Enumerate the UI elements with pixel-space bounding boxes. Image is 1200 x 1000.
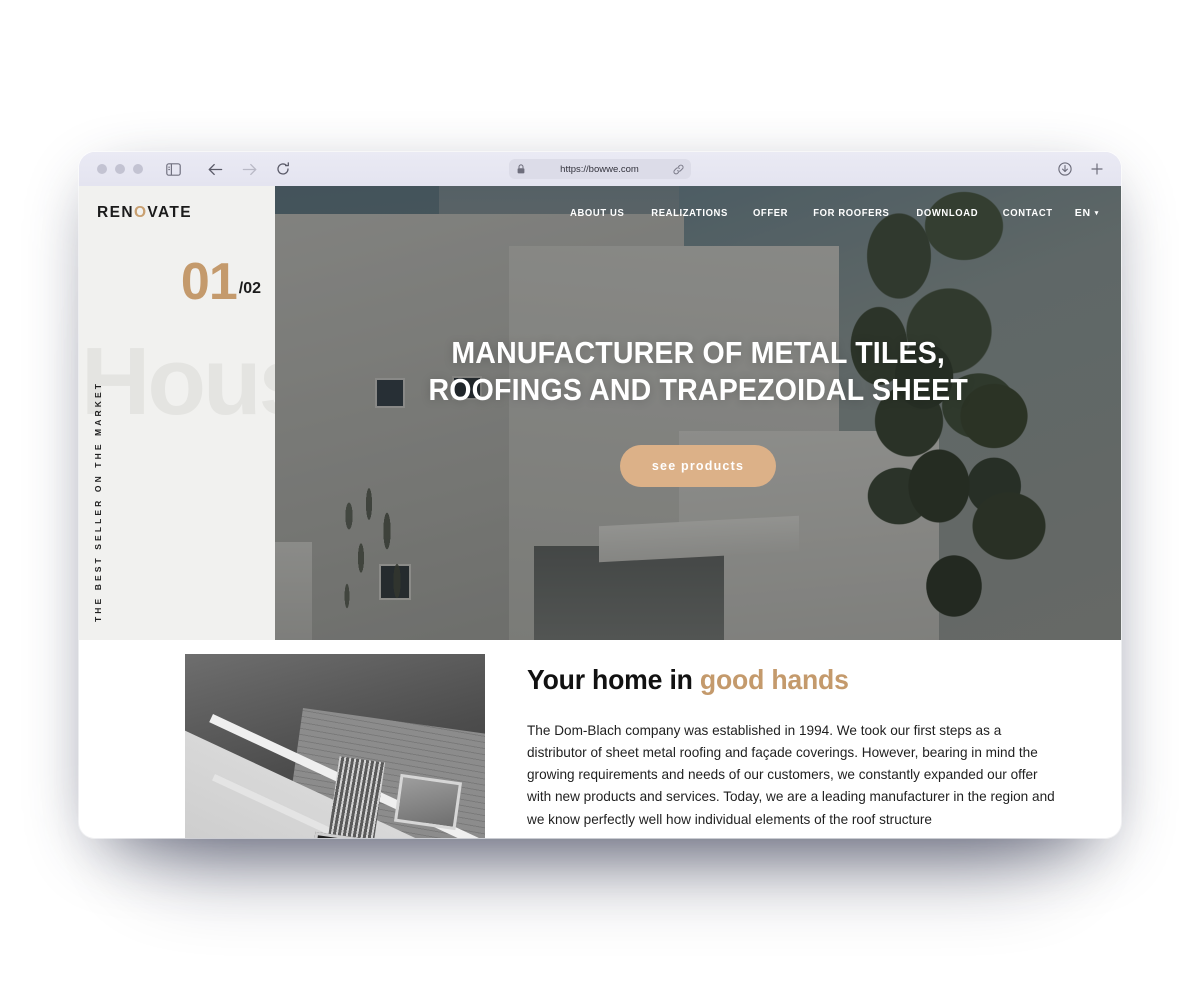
slide-counter: 01/02 (79, 256, 261, 308)
hero-vertical-tagline: THE BEST SELLER ON THE MARKET (93, 380, 103, 622)
primary-navigation: ABOUT US REALIZATIONS OFFER FOR ROOFERS … (567, 207, 1121, 219)
address-bar[interactable]: https://bowwe.com (509, 159, 691, 179)
language-selector[interactable]: EN ▾ (1075, 207, 1099, 219)
hero-title: MANUFACTURER OF METAL TILES, ROOFINGS AN… (428, 335, 968, 408)
hero-section: 01/02 House THE BEST SELLER ON THE MARKE… (79, 186, 1121, 640)
hero-content: MANUFACTURER OF METAL TILES, ROOFINGS AN… (275, 186, 1121, 640)
slide-current: 01 (180, 253, 238, 311)
see-products-button[interactable]: see products (619, 444, 777, 487)
window-controls[interactable] (97, 164, 143, 174)
navigation-controls (205, 159, 293, 179)
hero-title-line-1: MANUFACTURER OF METAL TILES, (451, 335, 945, 371)
nav-item-contact[interactable]: CONTACT (1003, 207, 1053, 219)
about-image (185, 654, 485, 838)
page-stage: https://bowwe.com 01 /02 Hou THE BEST SE… (0, 0, 1200, 1000)
back-arrow-icon[interactable] (205, 159, 225, 179)
logo-accent-letter: O (133, 204, 148, 221)
nav-item-about-us[interactable]: ABOUT US (570, 207, 624, 219)
building-photo (185, 654, 485, 838)
language-current: EN (1074, 207, 1091, 219)
download-icon[interactable] (1055, 159, 1075, 179)
lock-icon (516, 164, 526, 174)
toolbar-right-actions (1055, 159, 1107, 179)
reload-icon[interactable] (273, 159, 293, 179)
nav-item-for-roofers[interactable]: FOR ROOFERS (813, 207, 889, 219)
nav-item-realizations[interactable]: REALIZATIONS (651, 207, 728, 219)
about-section: Your home in good hands The Dom-Blach co… (79, 640, 1121, 838)
page-viewport: 01/02 House THE BEST SELLER ON THE MARKE… (79, 186, 1121, 838)
site-header: RENOVATE ABOUT US REALIZATIONS OFFER FOR… (79, 186, 1121, 240)
browser-toolbar: https://bowwe.com (79, 152, 1121, 186)
about-title: Your home in good hands (527, 664, 1051, 696)
forward-arrow-icon[interactable] (239, 159, 259, 179)
about-title-accent: good hands (699, 664, 849, 695)
hero-title-line-2: ROOFINGS AND TRAPEZOIDAL SHEET (428, 372, 968, 407)
about-text-block: Your home in good hands The Dom-Blach co… (485, 654, 1121, 838)
plus-icon[interactable] (1087, 159, 1107, 179)
nav-item-offer[interactable]: OFFER (753, 207, 788, 219)
logo-text-before: REN (97, 204, 134, 221)
site-logo[interactable]: RENOVATE (97, 204, 192, 222)
close-window-button[interactable] (97, 164, 107, 174)
link-icon[interactable] (673, 164, 684, 175)
logo-text-after: VATE (147, 204, 193, 221)
url-text: https://bowwe.com (560, 163, 639, 175)
sidebar-toggle-icon[interactable] (163, 159, 183, 179)
logo-container[interactable]: RENOVATE (79, 186, 275, 240)
maximize-window-button[interactable] (133, 164, 143, 174)
nav-item-download[interactable]: DOWNLOAD (916, 207, 978, 219)
browser-window: https://bowwe.com 01 /02 Hou THE BEST SE… (79, 152, 1121, 838)
slide-total: /02 (238, 279, 261, 297)
hero-slide-panel: 01/02 House THE BEST SELLER ON THE MARKE… (79, 186, 275, 640)
minimize-window-button[interactable] (115, 164, 125, 174)
hero-watermark-text: House (81, 328, 275, 435)
about-title-plain: Your home in (527, 664, 700, 695)
about-paragraph: The Dom-Blach company was established in… (527, 723, 1055, 827)
chevron-down-icon: ▾ (1094, 209, 1099, 217)
